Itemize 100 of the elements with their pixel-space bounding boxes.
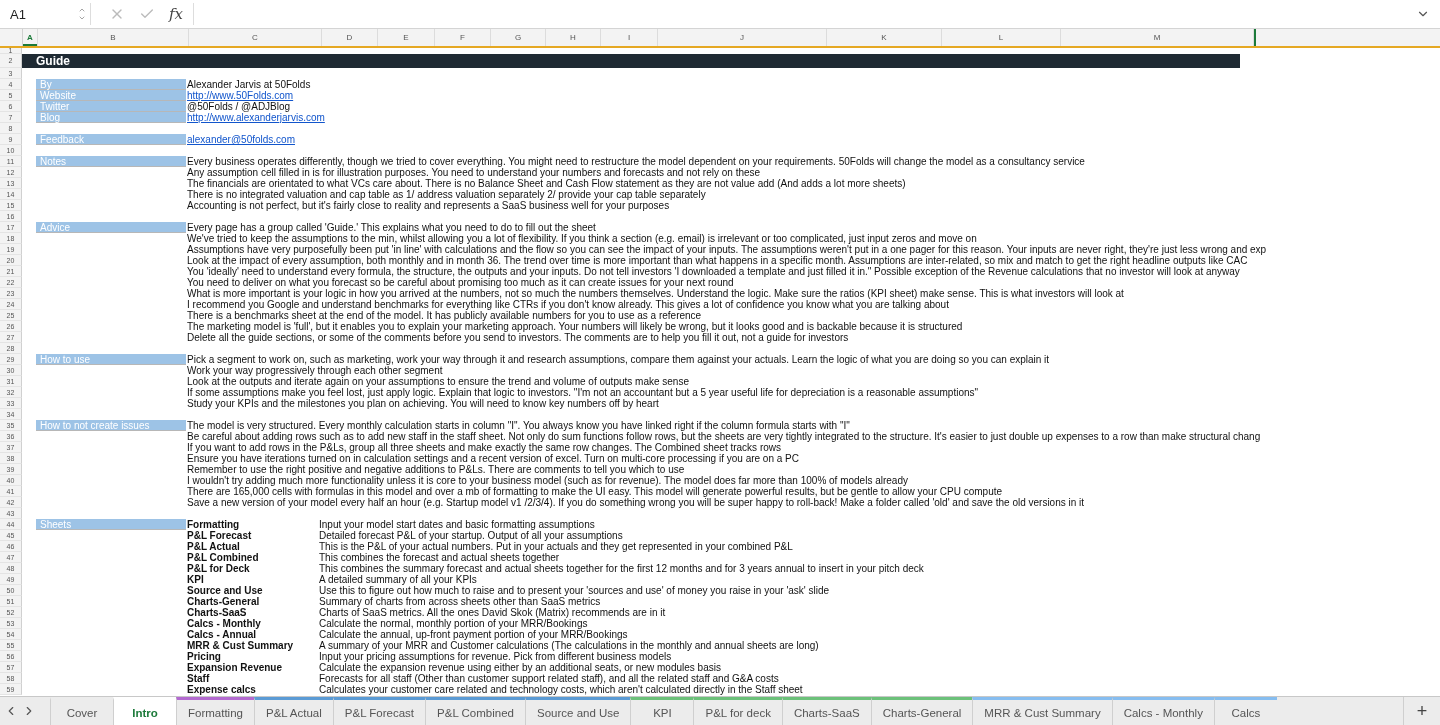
section-label: Advice — [36, 222, 186, 233]
add-sheet-button[interactable]: + — [1403, 697, 1440, 725]
sheet-description: Summary of charts from across sheets other than SaaS metrics — [318, 596, 601, 607]
sheet-description: Input your model start dates and basic formatting assumptions — [318, 519, 595, 530]
guide-text: Remember to use the right positive and negative additions to P&Ls. There are comments to tell you which to use — [186, 464, 685, 475]
sheet-tab[interactable]: Charts-General — [870, 697, 973, 725]
column-header[interactable]: M — [1061, 29, 1254, 46]
guide-text: Delete all the guide sections, or some of the comments before you send to investors. The comments are to help you fill it out, not a guide for investors — [186, 332, 849, 343]
guide-text: Study your KPIs and the milestones you plan on achieving. You will need to know key numbers off by heart — [186, 398, 659, 409]
link[interactable]: alexander@50folds.com — [186, 134, 295, 145]
guide-text: The marketing model is 'full', but it enables you to explain your marketing approach. Your numbers will likely be wrong, but it looks good and is backable because it is structured — [186, 321, 963, 332]
guide-text: You 'ideally' need to understand every formula, the structure, the outputs and your inputs. Do not tell investors 'I downloaded a template and just filled it in." Possible exception of the Revenue calculations that no investor will look at anyway — [186, 266, 1240, 277]
sheet-description: Calculates your customer care related and technology costs, which aren't calculated directly in the Staff sheet — [318, 684, 803, 695]
section-label: Feedback — [36, 134, 186, 145]
guide-text: The model is very structured. Every monthly calculation starts in column "I". You always know you have linked right if the column formula starts with "I" — [186, 420, 850, 431]
column-header[interactable]: E — [378, 29, 435, 46]
guide-text: I recommend you Google and understand benchmarks for everything like CTRs if you don't know already. This gives a lot of confidence you know what you are talking about — [186, 299, 949, 310]
sheet-name: Expense calcs — [186, 684, 257, 695]
guide-text: Save a new version of your model every half an hour (e.g. Startup model v1 /2/3/4). If you do something wrong you will be super happy to roll-back! Make a folder called 'old' and save the old versions in it — [186, 497, 1085, 508]
sheet-tab[interactable]: Formatting — [176, 697, 254, 725]
info-text: Alexander Jarvis at 50Folds — [186, 79, 311, 90]
section-label: How to use — [36, 354, 186, 365]
column-header[interactable]: H — [546, 29, 601, 46]
section-label: By — [36, 79, 186, 90]
sheet-description: A summary of your MRR and Customer calculations (The calculations in the monthly and annual sheets are long) — [318, 640, 819, 651]
sheet-description: Calculate the expansion revenue using either by an additional seats, or new modules basis — [318, 662, 721, 673]
sheet-name: P&L Actual — [186, 541, 241, 552]
guide-text: Pick a segment to work on, such as marketing, work your way through it and research assumptions, compare them against your actuals. Learn the logic of what you are doing so you can explain it — [186, 354, 1050, 365]
section-label: Twitter — [36, 101, 186, 112]
guide-text: We've tried to keep the assumptions to the min, whilst allowing you a lot of flexibility. If you think a section (e.g. email) is irrelevant or too complicated, just input zeros and move on — [186, 233, 977, 244]
sheet-description: Forecasts for all staff (Other than customer support related staff), and all the related staff and G&A costs — [318, 673, 779, 684]
column-header[interactable]: D — [322, 29, 378, 46]
guide-text: If you want to add rows in the P&Ls, group all three sheets and make exactly the same row changes. The Combined sheet tracks rows — [186, 442, 781, 453]
sheet-description: A detailed summary of all your KPIs — [318, 574, 477, 585]
sheet-description: Calculate the normal, monthly portion of your MRR/Bookings — [318, 618, 588, 629]
sheet-name: P&L Combined — [186, 552, 260, 563]
guide-text: Accounting is not perfect, but it's fairly close to reality and represents a SaaS business well for your purposes — [186, 200, 670, 211]
link[interactable]: http://www.alexanderjarvis.com — [186, 112, 325, 123]
link[interactable]: http://www.50Folds.com — [186, 90, 294, 101]
guide-text: The financials are orientated to what VCs care about. There is no Balance Sheet and Cash Flow statement as they are not value add (And adds a lot more sheets) — [186, 178, 906, 189]
guide-text: You need to deliver on what you forecast so be careful about promising too much as it can create issues for your next round — [186, 277, 734, 288]
guide-text: Any assumption cell filled in is for illustration purposes. You need to understand your numbers and forecasts and not rely on these — [186, 167, 761, 178]
sheet-name: P&L Forecast — [186, 530, 253, 541]
sheet-description: Charts of SaaS metrics. All the ones David Skok (Matrix) recommends are in it — [318, 607, 666, 618]
sheet-tab[interactable]: Calcs — [1213, 697, 1277, 725]
column-header[interactable]: I — [601, 29, 658, 46]
sheet-name: Charts-General — [186, 596, 261, 607]
sheet-tab[interactable]: Intro — [113, 697, 176, 725]
sheet-description: Use this to figure out how much to raise and to present your 'sources and use' of money you raise in your 'ask' slide — [318, 585, 830, 596]
sheet-tab[interactable]: P&L Forecast — [332, 697, 426, 725]
section-label: Blog — [36, 112, 186, 123]
spinner-icon[interactable] — [78, 6, 86, 22]
sheet-name: KPI — [186, 574, 205, 585]
sheet-tab[interactable]: KPI — [630, 697, 694, 725]
sheet-name: Source and Use — [186, 585, 264, 596]
sheet-description: This combines the forecast and actual sheets together — [318, 552, 560, 563]
column-header[interactable]: B — [38, 29, 189, 46]
column-header[interactable]: K — [827, 29, 942, 46]
guide-text: There are 165,000 cells with formulas in this model and over a mb of formatting to make the UI easy. This model will generate powerful results, but be gentle to allow your CPU compute — [186, 486, 1003, 497]
column-header[interactable]: G — [491, 29, 546, 46]
cell-reference-field[interactable]: A1 — [0, 3, 91, 25]
column-header[interactable]: F — [435, 29, 491, 46]
info-text: @50Folds / @ADJBlog — [186, 101, 291, 112]
sheet-tab[interactable]: P&L for deck — [693, 697, 782, 725]
column-header[interactable]: A — [23, 29, 38, 46]
guide-text: Assumptions have very purposefully been put 'in line' with calculations and the flow so you can see the impact of your inputs. The assumptions weren't put in a one pager for this reason. Your inputs are never right, they're just less wrong and exp — [186, 244, 1267, 255]
section-label: Notes — [36, 156, 186, 167]
guide-text: Look at the outputs and iterate again on your assumptions to ensure the trend and volume of outputs make sense — [186, 376, 689, 387]
guide-text: Every page has a group called 'Guide.' This explains what you need to do to fill out the sheet — [186, 222, 596, 233]
sheet-tab[interactable]: Source and Use — [525, 697, 631, 725]
guide-text: I wouldn't try adding much more functionality unless it is core to your business model (such as for revenue). The model does far more than 100% of models already — [186, 475, 908, 486]
column-header[interactable]: C — [189, 29, 322, 46]
sheet-tab[interactable]: MRR & Cust Summary — [972, 697, 1112, 725]
sheet-name: Calcs - Annual — [186, 629, 257, 640]
sheet-tab[interactable]: Calcs - Monthly — [1111, 697, 1214, 725]
sheet-name: Staff — [186, 673, 210, 684]
sheet-name: Calcs - Monthly — [186, 618, 262, 629]
section-label: How to not create issues — [36, 420, 186, 431]
sheet-description: Calculate the annual, up-front payment portion of your MRR/Bookings — [318, 629, 628, 640]
guide-text: Every business operates differently, though we tried to cover everything. You might need to restructure the model dependent on your requirements. 50Folds will change the model as a consultancy service — [186, 156, 1085, 167]
guide-text: Ensure you have iterations turned on in calculation settings and a recent version of excel. Turn on multi-core processing if you are on a PC — [186, 453, 799, 464]
function-button[interactable]: fx — [169, 5, 183, 23]
sheet-description: Detailed forecast P&L of your startup. Output of all your assumptions — [318, 530, 623, 541]
sheet-name: Charts-SaaS — [186, 607, 248, 618]
column-header[interactable]: L — [942, 29, 1061, 46]
section-label: Website — [36, 90, 186, 101]
guide-text: Be careful about adding rows such as to add new staff in the staff sheet. Not only do sum functions follow rows, but the sheets are very tightly integrated to the structure. It's easier to just double up expenses to a row than make structural chang — [186, 431, 1261, 442]
sheet-name: Expansion Revenue — [186, 662, 284, 673]
sheet-tab[interactable]: Charts-SaaS — [781, 697, 871, 725]
sheet-tab[interactable]: P&L Combined — [425, 697, 525, 725]
guide-text: If some assumptions make you feel lost, just apply logic. Explain that logic to investors. "I'm not an accountant but a 5 year useful life for depreciation is a reasonable assumptions" — [186, 387, 979, 398]
column-header[interactable]: J — [658, 29, 827, 46]
sheet-tab[interactable]: P&L Actual — [253, 697, 333, 725]
guide-text: What is more important is your logic in how you arrived at the numbers, not so much the numbers themselves. Understand the logic. Make sure the ratios (KPI sheet) make sense. This is what investors will look at — [186, 288, 1124, 299]
sheet-name: MRR & Cust Summary — [186, 640, 295, 651]
guide-text: Work your way progressively through each other segment — [186, 365, 443, 376]
title-bar: Guide — [22, 54, 1240, 68]
sheet-name: Pricing — [186, 651, 221, 662]
sheet-description: This is the P&L of your actual numbers. Put in your actuals and they get represented in your combined P&L — [318, 541, 793, 552]
sheet-name: P&L for Deck — [186, 563, 251, 574]
